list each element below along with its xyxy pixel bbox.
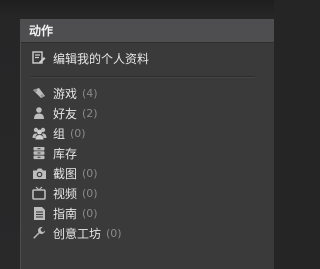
menu-title: 动作 [21,20,274,43]
menu-item-groups[interactable]: 组 (0) [21,123,275,143]
menu-item-label: 截图 [53,166,78,181]
menu-item-label: 创意工坊 [53,226,102,241]
menu-item-count: (0) [82,166,98,180]
menu-item-label: 视频 [53,186,78,201]
game-controller-icon [31,85,47,101]
menu-item-label: 好友 [53,106,78,121]
person-icon [31,105,47,121]
menu-item-inventory[interactable]: 库存 [21,143,275,163]
group-icon [31,125,47,141]
actions-menu: 动作 编辑我的个人资料 游戏 (4) 好友 (2) 组 (0) 库存 截图 (0… [20,19,274,269]
menu-item-guides[interactable]: 指南 (0) [21,203,275,223]
menu-item-count: (0) [70,126,86,140]
menu-item-count: (0) [82,186,98,200]
menu-item-games[interactable]: 游戏 (4) [21,83,275,103]
menu-item-label: 库存 [53,146,78,161]
menu-item-count: (4) [82,86,98,100]
menu-item-label: 游戏 [53,86,78,101]
menu-item-friends[interactable]: 好友 (2) [21,103,275,123]
menu-item-label: 指南 [53,206,78,221]
menu-item-count: (0) [106,226,122,240]
camera-icon [31,165,47,181]
edit-profile-icon [31,50,47,66]
edit-profile-item[interactable]: 编辑我的个人资料 [21,48,275,68]
menu-item-label: 组 [53,126,66,141]
menu-item-workshop[interactable]: 创意工坊 (0) [21,223,275,243]
edit-profile-label: 编辑我的个人资料 [53,51,150,66]
menu-item-count: (0) [82,206,98,220]
menu-item-screenshots[interactable]: 截图 (0) [21,163,275,183]
inventory-icon [31,145,47,161]
menu-divider [31,76,255,78]
wrench-icon [31,225,47,241]
tv-icon [31,185,47,201]
menu-item-count: (2) [82,106,98,120]
document-icon [31,205,47,221]
menu-item-videos[interactable]: 视频 (0) [21,183,275,203]
